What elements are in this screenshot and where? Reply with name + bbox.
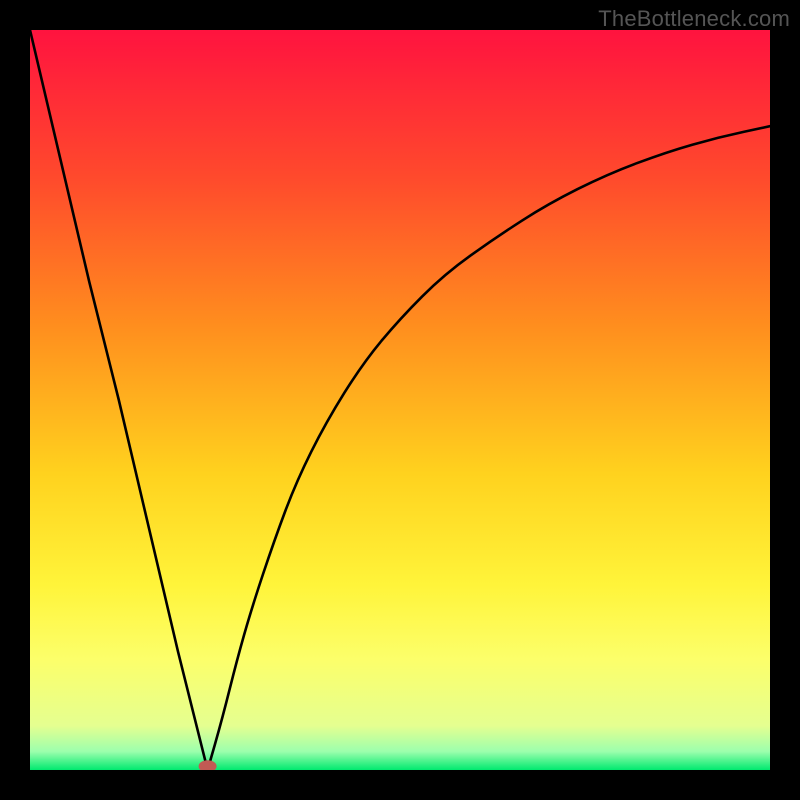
chart-frame: TheBottleneck.com [0, 0, 800, 800]
plot-area [30, 30, 770, 770]
watermark-text: TheBottleneck.com [598, 6, 790, 32]
chart-svg [30, 30, 770, 770]
gradient-background [30, 30, 770, 770]
